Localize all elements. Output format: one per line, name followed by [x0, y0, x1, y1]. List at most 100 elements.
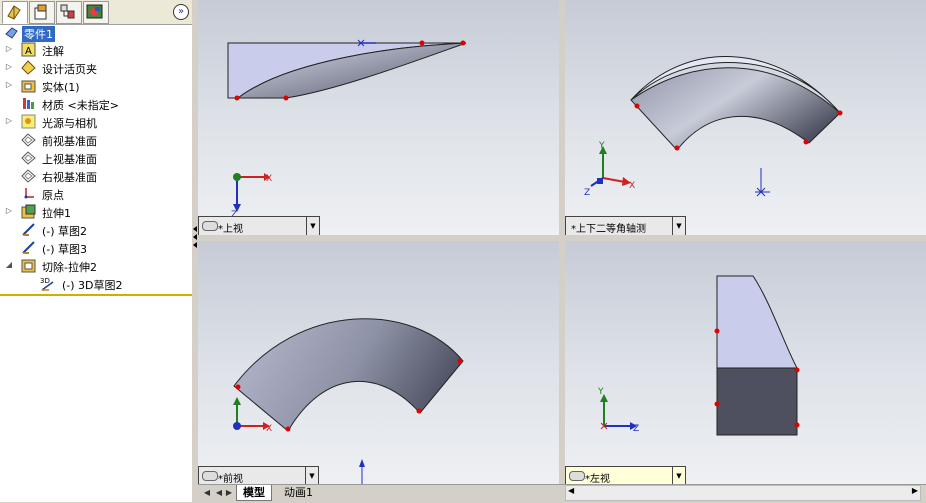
viewport-trimetric-view[interactable]: Y X Z *上下二等角轴测 ▼	[565, 0, 926, 235]
tree-item-label: 右视基准面	[42, 171, 97, 184]
tree-item-sketch3[interactable]: (-) 草图3	[0, 239, 192, 257]
tab-motion-study[interactable]: 动画1	[278, 485, 319, 500]
cut-extrude-icon	[21, 259, 36, 273]
model-left-view	[714, 275, 800, 436]
panel-tab-strip: »	[0, 0, 192, 25]
collapse-arrow-icon[interactable]	[193, 226, 197, 232]
svg-text:X: X	[629, 181, 635, 191]
tree-item-label: 设计活页夹	[42, 63, 97, 76]
feature-manager-icon	[7, 5, 21, 20]
tree-item-label: (-) 草图2	[42, 225, 88, 238]
tree-item-right-plane[interactable]: 右视基准面	[0, 167, 192, 185]
tree-item-label: 注解	[42, 45, 64, 58]
viewport-front-view[interactable]: X *前视 ▼	[198, 241, 559, 484]
sketch-icon	[22, 241, 35, 254]
svg-text:Z: Z	[633, 424, 639, 434]
axis-triad: X	[233, 397, 272, 434]
view-dropdown-arrow-icon[interactable]: ▼	[672, 217, 685, 235]
tree-root-part[interactable]: 零件1	[0, 24, 192, 42]
tree-item-front-plane[interactable]: 前视基准面	[0, 131, 192, 149]
tree-item-design-binder[interactable]: ▷ 设计活页夹	[0, 59, 192, 77]
feature-tree: 零件1 ▷ A 注解 ▷ 设计活页夹 ▷ 实体(1) 材质 <未指定> ▷ 光源…	[0, 24, 192, 294]
design-binder-icon	[21, 60, 36, 75]
svg-text:Y: Y	[598, 141, 605, 151]
tree-item-lights-cameras[interactable]: ▷ 光源与相机	[0, 113, 192, 131]
tree-item-label: 实体(1)	[42, 81, 80, 94]
expander-icon[interactable]: ▷	[5, 63, 13, 71]
prev-tab-icon[interactable]: ◀	[214, 487, 224, 499]
scroll-right-icon[interactable]: ▶	[912, 486, 918, 495]
view-label-left[interactable]: *左视 ▼	[565, 466, 686, 484]
svg-text:X: X	[266, 174, 272, 184]
view-label-trimetric[interactable]: *上下二等角轴测 ▼	[565, 216, 686, 235]
tree-item-cut-extrude2[interactable]: ◢ 切除-拉伸2	[0, 257, 192, 275]
viewport-top-view[interactable]: X Z *上视 ▼	[198, 0, 559, 235]
tree-item-label: (-) 草图3	[42, 243, 88, 256]
solid-bodies-icon	[21, 80, 36, 93]
plane-icon	[21, 169, 36, 183]
svg-text:Y: Y	[597, 387, 604, 397]
material-icon	[23, 98, 34, 109]
expand-panel-button[interactable]: »	[173, 4, 189, 20]
property-manager-icon	[34, 4, 47, 20]
extrude-icon	[21, 204, 36, 219]
display-manager-tab[interactable]	[83, 1, 109, 24]
tree-item-extrude1[interactable]: ▷ 拉伸1	[0, 203, 192, 221]
collapse-arrow-icon[interactable]	[193, 234, 197, 240]
collapse-arrow-icon[interactable]	[193, 242, 197, 248]
model-front-view	[233, 318, 464, 484]
view-dropdown-arrow-icon[interactable]: ▼	[305, 467, 318, 484]
svg-text:X: X	[266, 424, 272, 434]
3d-sketch-icon: 3D	[40, 277, 54, 291]
tree-item-label: (-) 3D草图2	[62, 279, 123, 292]
tree-item-label: 材质 <未指定>	[42, 99, 119, 112]
plane-icon	[21, 133, 36, 147]
tree-item-annotations[interactable]: ▷ A 注解	[0, 41, 192, 59]
feature-manager-panel: » 零件1 ▷ A 注解 ▷ 设计活页夹 ▷ 实体(1) 材质 <未指定> ▷ …	[0, 0, 192, 502]
tree-item-sketch2[interactable]: (-) 草图2	[0, 221, 192, 239]
feature-manager-tab[interactable]	[2, 1, 28, 24]
view-label-top[interactable]: *上视 ▼	[198, 216, 320, 235]
axis-triad: Y Z	[597, 387, 639, 434]
annotation-icon: A	[21, 42, 36, 57]
expander-icon[interactable]: ▷	[5, 81, 13, 89]
part-icon	[5, 27, 18, 39]
expander-icon[interactable]: ▷	[5, 117, 13, 125]
viewport-left-view[interactable]: Y Z *左视 ▼	[565, 241, 926, 484]
view-dropdown-arrow-icon[interactable]: ▼	[306, 217, 319, 235]
axis-triad: X Z	[231, 173, 272, 220]
tree-item-material[interactable]: 材质 <未指定>	[0, 95, 192, 113]
tree-item-label: 切除-拉伸2	[42, 261, 97, 274]
tree-item-origin[interactable]: 原点	[0, 185, 192, 203]
expander-icon[interactable]: ▷	[5, 207, 13, 215]
next-tab-icon[interactable]: ▶	[224, 487, 234, 499]
view-link-icon	[202, 471, 218, 481]
axis-triad: Y X Z	[584, 141, 635, 198]
view-label-front[interactable]: *前视 ▼	[198, 466, 319, 484]
panel-empty-area	[0, 296, 192, 502]
sketch-icon	[22, 223, 35, 236]
view-dropdown-arrow-icon[interactable]: ▼	[672, 467, 685, 484]
configuration-manager-icon	[60, 4, 75, 19]
tree-item-label: 原点	[42, 189, 64, 202]
svg-text:Z: Z	[584, 188, 590, 198]
tree-item-solid-bodies[interactable]: ▷ 实体(1)	[0, 77, 192, 95]
origin-icon	[24, 188, 34, 199]
configuration-manager-tab[interactable]	[56, 1, 82, 24]
scroll-left-icon[interactable]: ◀	[568, 486, 574, 495]
tree-item-label: 前视基准面	[42, 135, 97, 148]
expander-icon	[5, 99, 13, 107]
horizontal-scrollbar[interactable]: ◀ ▶	[565, 485, 921, 501]
tree-item-3d-sketch2[interactable]: 3D (-) 3D草图2	[0, 275, 192, 293]
property-manager-tab[interactable]	[29, 1, 55, 24]
tree-item-label: 上视基准面	[42, 153, 97, 166]
expander-icon[interactable]: ▷	[5, 45, 13, 53]
tab-model[interactable]: 模型	[236, 485, 272, 501]
plane-icon	[21, 151, 36, 165]
display-manager-icon	[86, 4, 103, 19]
expander-icon[interactable]: ◢	[5, 261, 13, 269]
tree-item-label: 光源与相机	[42, 117, 97, 130]
svg-text:3D: 3D	[40, 277, 50, 285]
first-tab-icon[interactable]: ◀	[202, 487, 212, 499]
tree-item-top-plane[interactable]: 上视基准面	[0, 149, 192, 167]
